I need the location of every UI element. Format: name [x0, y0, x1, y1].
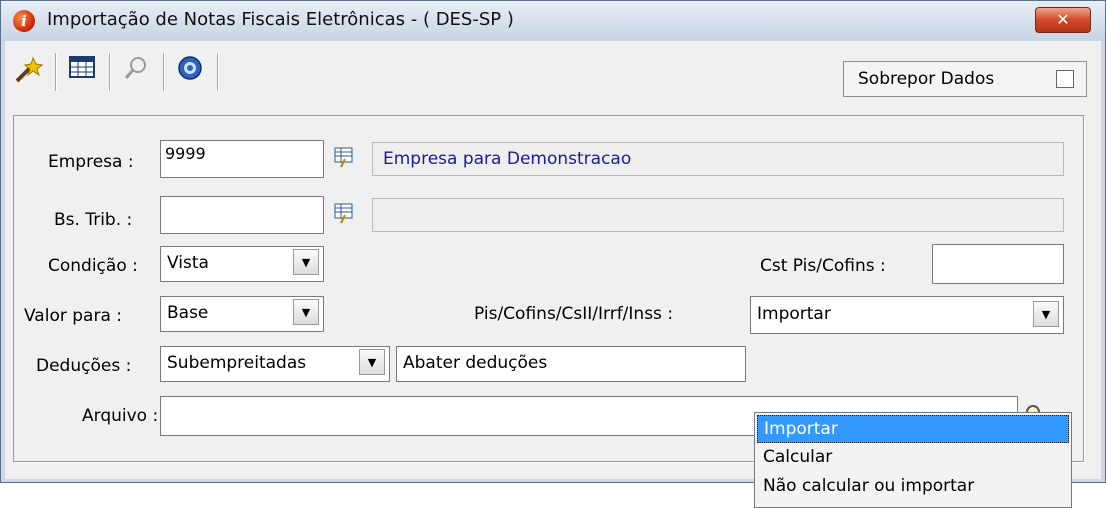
deducoes-select[interactable]: Subempreitadas ▼ [160, 346, 390, 382]
toolbar: Sobrepor Dados [5, 41, 1101, 107]
sobrepor-dados-toggle[interactable]: Sobrepor Dados [843, 61, 1087, 97]
help-icon[interactable] [173, 55, 207, 87]
abater-deducoes-value: Abater deduções [403, 353, 548, 373]
sobrepor-dados-label: Sobrepor Dados [858, 69, 995, 89]
chevron-down-icon[interactable]: ▼ [293, 299, 319, 325]
wand-icon[interactable] [11, 55, 45, 87]
lookup-icon[interactable] [332, 145, 358, 171]
bs-trib-code-input[interactable] [160, 196, 324, 234]
pis-cofins-select[interactable]: Importar ▼ [750, 296, 1064, 334]
pis-cofins-value: Importar [757, 304, 831, 324]
empresa-code-input[interactable]: 9999 [160, 140, 324, 178]
valor-para-value: Base [167, 303, 209, 323]
title-bar[interactable]: i Importação de Notas Fiscais Eletrônica… [1, 1, 1105, 41]
chevron-down-icon[interactable]: ▼ [293, 249, 319, 275]
pis-cofins-label: Pis/Cofins/CsII/Irrf/Inss : [474, 304, 674, 324]
bs-trib-description [372, 198, 1064, 232]
bs-trib-label: Bs. Trib. : [54, 210, 133, 230]
pis-cofins-dropdown-list: Importar Calcular Não calcular ou import… [754, 412, 1072, 508]
cst-pis-cofins-label: Cst Pis/Cofins : [760, 256, 886, 276]
lookup-icon[interactable] [332, 201, 358, 227]
app-info-icon: i [13, 10, 35, 32]
abater-deducoes-select[interactable]: Abater deduções [396, 346, 746, 382]
cst-pis-cofins-input[interactable] [932, 244, 1064, 284]
dropdown-option-importar[interactable]: Importar [757, 415, 1069, 443]
toolbar-separator [55, 53, 57, 91]
sobrepor-dados-checkbox[interactable] [1056, 70, 1074, 88]
arquivo-label: Arquivo : [82, 406, 159, 426]
valor-para-select[interactable]: Base ▼ [160, 296, 324, 332]
empresa-description: Empresa para Demonstracao [372, 142, 1064, 176]
chevron-down-icon[interactable]: ▼ [1033, 301, 1059, 327]
toolbar-separator [217, 53, 219, 91]
empresa-label: Empresa : [48, 152, 134, 172]
deducoes-label: Deduções : [36, 356, 132, 376]
form-panel: Empresa : 9999 Empresa para Demonstracao… [13, 115, 1085, 508]
chevron-down-icon[interactable]: ▼ [359, 349, 385, 375]
magnifier-icon[interactable] [119, 55, 153, 87]
toolbar-separator [109, 53, 111, 91]
window: i Importação de Notas Fiscais Eletrônica… [0, 0, 1106, 508]
deducoes-value: Subempreitadas [167, 353, 307, 373]
grid-icon[interactable] [65, 55, 99, 87]
condicao-label: Condição : [48, 256, 138, 276]
dropdown-option-nao-calcular[interactable]: Não calcular ou importar [757, 473, 1069, 501]
valor-para-label: Valor para : [24, 306, 122, 326]
dropdown-option-calcular[interactable]: Calcular [757, 444, 1069, 472]
toolbar-separator [163, 53, 165, 91]
client-area: Sobrepor Dados Empresa : 9999 Empresa pa… [5, 41, 1101, 508]
condicao-select[interactable]: Vista ▼ [160, 246, 324, 282]
window-title: Importação de Notas Fiscais Eletrônicas … [47, 9, 514, 30]
condicao-value: Vista [167, 253, 209, 273]
close-button[interactable]: ✕ [1035, 7, 1091, 33]
